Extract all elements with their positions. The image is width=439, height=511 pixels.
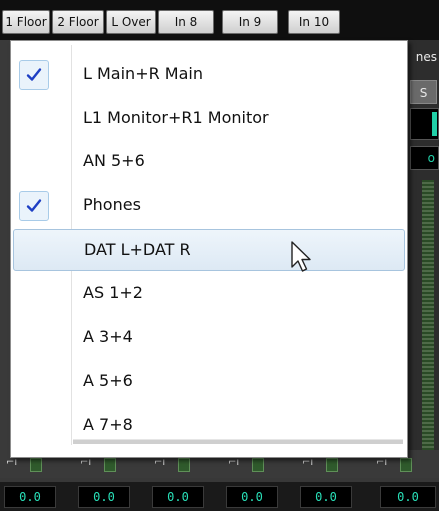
pan-knob[interactable]: ⌐ı bbox=[228, 456, 274, 474]
pan-knob[interactable]: ⌐ı bbox=[80, 456, 126, 474]
mouse-pointer-icon bbox=[291, 241, 311, 272]
menu-item-label: Phones bbox=[83, 195, 141, 214]
menu-item-label: A 7+8 bbox=[83, 415, 133, 434]
fader-value[interactable]: 0.0 bbox=[152, 486, 204, 508]
channel-tab-1[interactable]: 1 Floor bbox=[2, 10, 50, 34]
menu-item-dat-l-dat-r[interactable]: DAT L+DAT R bbox=[13, 229, 405, 271]
menu-item-label: DAT L+DAT R bbox=[84, 240, 191, 259]
fader-value[interactable]: 0.0 bbox=[78, 486, 130, 508]
fader-value-row bbox=[0, 482, 439, 511]
menu-item-label: A 5+6 bbox=[83, 371, 133, 390]
output-routing-menu: L Main+R Main L1 Monitor+R1 Monitor AN 5… bbox=[10, 40, 408, 458]
pan-knob[interactable]: ⌐ı bbox=[376, 456, 422, 474]
menu-item-l-main-r-main[interactable]: L Main+R Main bbox=[13, 54, 405, 96]
checkmark-icon bbox=[19, 60, 49, 90]
checkmark-icon bbox=[19, 191, 49, 221]
menu-item-a-5-6[interactable]: A 5+6 bbox=[13, 361, 405, 403]
menu-item-label: A 3+4 bbox=[83, 327, 133, 346]
menu-item-label: AS 1+2 bbox=[83, 283, 143, 302]
fader-value[interactable]: 0.0 bbox=[226, 486, 278, 508]
pan-knob[interactable]: ⌐ı bbox=[302, 456, 348, 474]
menu-item-as-1-2[interactable]: AS 1+2 bbox=[13, 273, 405, 315]
fader-value[interactable]: 0.0 bbox=[4, 486, 56, 508]
channel-tab-5[interactable]: In 9 bbox=[222, 10, 278, 34]
channel-tab-bar: 1 Floor 2 Floor L Over In 8 In 9 In 10 bbox=[0, 0, 439, 40]
right-level-indicator bbox=[432, 112, 437, 136]
pan-knob[interactable]: ⌐ı bbox=[6, 456, 52, 474]
menu-item-label: L1 Monitor+R1 Monitor bbox=[83, 108, 269, 127]
fader-value[interactable]: 0.0 bbox=[300, 486, 352, 508]
level-meter bbox=[422, 180, 434, 450]
channel-tab-3[interactable]: L Over bbox=[106, 10, 156, 34]
menu-item-a-3-4[interactable]: A 3+4 bbox=[13, 317, 405, 359]
menu-item-label: L Main+R Main bbox=[83, 64, 203, 83]
fader-value[interactable]: 0.0 bbox=[380, 486, 436, 508]
channel-tab-2[interactable]: 2 Floor bbox=[52, 10, 104, 34]
channel-tab-6[interactable]: In 10 bbox=[288, 10, 340, 34]
menu-bottom-scroll-indicator bbox=[73, 439, 403, 444]
menu-item-an-5-6[interactable]: AN 5+6 bbox=[13, 141, 405, 183]
pan-knob[interactable]: ⌐ı bbox=[154, 456, 200, 474]
right-channel-label: nes bbox=[415, 50, 437, 64]
channel-tab-4[interactable]: In 8 bbox=[158, 10, 214, 34]
menu-item-l1-monitor-r1-monitor[interactable]: L1 Monitor+R1 Monitor bbox=[13, 98, 405, 140]
solo-button[interactable]: S bbox=[410, 80, 437, 104]
right-readout: o bbox=[410, 146, 439, 170]
menu-item-label: AN 5+6 bbox=[83, 151, 145, 170]
menu-item-phones[interactable]: Phones bbox=[13, 185, 405, 227]
